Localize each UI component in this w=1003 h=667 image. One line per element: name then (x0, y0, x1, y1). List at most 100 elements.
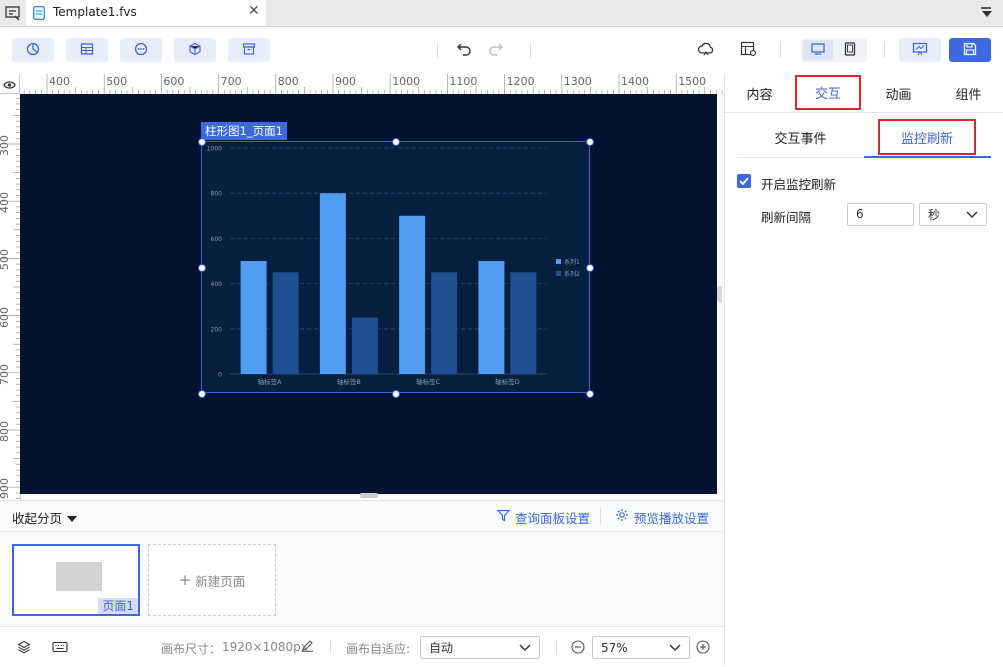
y-tick-label: 600 (211, 236, 223, 243)
pie-chart-button[interactable] (12, 38, 54, 62)
tablet-view-button[interactable] (835, 40, 865, 60)
caret-down-icon[interactable] (66, 512, 78, 526)
subtab-interaction-events[interactable]: 交互事件 (737, 118, 864, 156)
splitter-handle[interactable] (360, 493, 378, 498)
zoom-out-icon[interactable] (571, 640, 585, 657)
enable-refresh-checkbox[interactable] (737, 174, 751, 188)
tablet-icon (844, 41, 856, 59)
bar (431, 272, 458, 374)
ruler-label: 400 (49, 75, 70, 88)
canvas-fit-select[interactable]: 自动 (420, 636, 540, 659)
resize-handle-n[interactable] (392, 138, 400, 146)
file-tab-label: Template1.fvs (53, 5, 137, 19)
new-page-button[interactable]: + 新建页面 (148, 544, 276, 616)
divider (330, 640, 331, 654)
canvas-fit-label: 画布自适应: (346, 642, 411, 656)
resize-handle-ne[interactable] (586, 138, 594, 146)
page-thumbnail-1[interactable]: 页面1 (12, 544, 140, 616)
ruler-label: 1300 (563, 75, 592, 88)
x-tick-label: 轴标签C (416, 377, 441, 386)
ruler-label: 900 (335, 75, 356, 88)
tab-content[interactable]: 内容 (725, 74, 794, 112)
refresh-interval-label: 刷新间隔 (761, 210, 812, 225)
preview-playback-settings-link[interactable]: 预览播放设置 (634, 508, 709, 527)
ruler-label: 800 (277, 75, 299, 88)
preview-button[interactable] (899, 38, 941, 62)
redo-icon[interactable] (488, 41, 504, 57)
archive-icon (242, 42, 256, 59)
gear-icon (615, 508, 629, 525)
subtab-monitor-refresh[interactable]: 监控刷新 (878, 119, 976, 155)
zoom-in-icon[interactable] (696, 640, 710, 657)
bar (478, 261, 505, 374)
ruler-label: 400 (0, 192, 11, 214)
ruler-label: 700 (0, 363, 11, 385)
table-button[interactable] (66, 38, 108, 62)
panel-divider (725, 112, 1003, 113)
refresh-unit-select[interactable]: 秒 (919, 203, 987, 226)
enable-refresh-label: 开启监控刷新 (761, 177, 837, 192)
ruler-label: 1400 (621, 75, 649, 88)
more-circle-icon (134, 42, 148, 59)
collapse-pages-label[interactable]: 收起分页 (12, 508, 62, 527)
toolbar-divider (780, 42, 781, 58)
refresh-interval-input[interactable]: 6 (847, 203, 914, 226)
cloud-icon[interactable] (697, 41, 715, 57)
x-tick-label: 轴标签D (495, 377, 520, 386)
legend-label: 系列1 (564, 258, 580, 266)
presentation-icon (912, 42, 928, 59)
resize-handle-e[interactable] (586, 264, 594, 272)
dropdown-menu-icon[interactable] (980, 7, 994, 19)
resize-handle-s[interactable] (392, 390, 400, 398)
bar-chart-component[interactable]: 0 200 400 600 800 1000 轴标签A 轴标签B 轴标签C 轴标签D 系列1 系列2 (201, 141, 590, 393)
device-toggle (801, 38, 867, 62)
desktop-icon (811, 42, 825, 58)
divider (556, 640, 557, 654)
bar (351, 317, 378, 374)
toolbar-divider (530, 42, 531, 58)
panel-resize-grip[interactable] (717, 287, 722, 301)
tab-interaction[interactable]: 交互 (795, 75, 861, 110)
keyboard-icon[interactable] (52, 641, 68, 656)
horizontal-ruler: 400 500 600 700 800 900 1000 1100 1200 1300 1400 15… (20, 74, 724, 95)
resize-handle-nw[interactable] (198, 138, 206, 146)
undo-icon[interactable] (456, 41, 472, 57)
ruler-label: 700 (220, 75, 242, 88)
eye-icon[interactable] (3, 79, 16, 93)
status-bar: 画布尺寸： 1920×1080px 画布自适应: 自动 57% (0, 626, 723, 667)
window-menu-icon[interactable] (5, 5, 21, 21)
close-icon[interactable]: ✕ (248, 3, 260, 19)
vertical-ruler: 300 400 500 600 700 800 900 (0, 94, 21, 500)
desktop-view-button[interactable] (803, 40, 833, 60)
bar (319, 193, 346, 374)
archive-button[interactable] (228, 38, 270, 62)
edit-icon[interactable] (301, 639, 314, 655)
layers-icon[interactable] (17, 640, 31, 657)
chevron-down-icon (669, 641, 681, 655)
grid-settings-icon[interactable] (740, 41, 758, 57)
chevron-down-icon (519, 641, 531, 655)
toolbar-divider (437, 42, 438, 58)
canvas-size-value: 1920×1080px (222, 640, 308, 654)
divider (600, 508, 601, 524)
zoom-select[interactable]: 57% (592, 636, 690, 659)
refresh-unit-value: 秒 (928, 208, 941, 222)
file-tab[interactable]: Template1.fvs ✕ (26, 0, 266, 26)
ruler-corner (0, 74, 20, 94)
pages-panel: 收起分页 查询面板设置 预览播放设置 页面1 + 新建页面 (0, 500, 723, 627)
chart-component-tag: 柱形图1_页面1 (201, 122, 287, 140)
ruler-label: 600 (163, 75, 185, 88)
page-label: 页面1 (98, 598, 138, 614)
save-button[interactable] (949, 38, 991, 62)
query-panel-settings-link[interactable]: 查询面板设置 (515, 508, 590, 527)
tab-component[interactable]: 组件 (933, 74, 1003, 112)
more-components-button[interactable] (120, 38, 162, 62)
resize-handle-se[interactable] (586, 390, 594, 398)
properties-panel: 内容 交互 动画 组件 交互事件 监控刷新 开启监控刷新 刷新间隔 6 秒 (724, 74, 1003, 666)
ruler-label: 500 (0, 249, 11, 271)
3d-model-button[interactable] (174, 38, 216, 62)
resize-handle-w[interactable] (198, 264, 206, 272)
ruler-label: 900 (0, 478, 11, 500)
tab-animation[interactable]: 动画 (864, 74, 933, 112)
resize-handle-sw[interactable] (198, 390, 206, 398)
